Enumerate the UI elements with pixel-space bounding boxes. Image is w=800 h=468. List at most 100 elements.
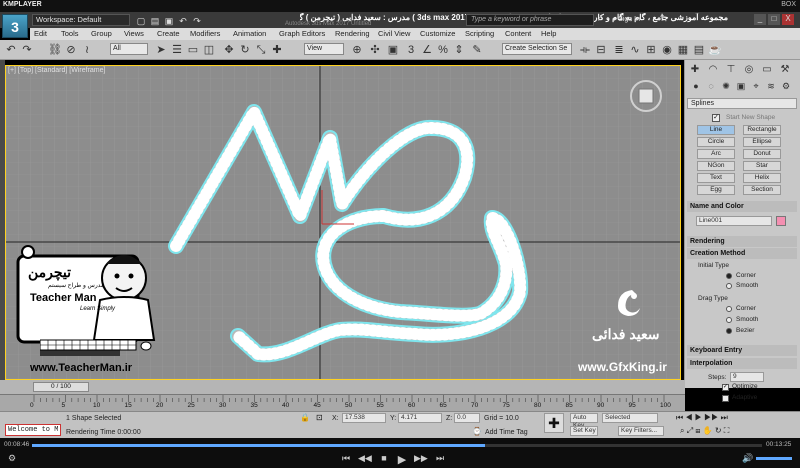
y-coordinate-field[interactable]: 4.171 [398, 413, 442, 423]
optimize-checkbox[interactable]: ✓ [722, 384, 729, 391]
lock-selection-icon[interactable]: 🔒 [300, 413, 310, 423]
schematic-view-icon[interactable]: ⊞ [644, 43, 658, 57]
menu-animation[interactable]: Animation [233, 29, 266, 38]
ngon-button[interactable]: NGon [697, 161, 735, 171]
keyboard-entry-rollout[interactable]: Keyboard Entry [687, 345, 797, 356]
space-warps-icon[interactable]: ≋ [765, 80, 777, 92]
undo-icon[interactable]: ↶ [176, 14, 190, 28]
star-button[interactable]: Star [743, 161, 781, 171]
add-time-tag[interactable]: Add Time Tag [485, 429, 528, 436]
z-coordinate-field[interactable]: 0.0 [454, 413, 480, 423]
object-name-field[interactable]: Line001 [696, 216, 772, 226]
open-file-icon[interactable]: ▤ [148, 14, 162, 28]
rendering-rollout[interactable]: Rendering [687, 236, 797, 247]
curve-editor-icon[interactable]: ∿ [628, 43, 642, 57]
circle-button[interactable]: Circle [697, 137, 735, 147]
hierarchy-tab-icon[interactable]: ⊤ [724, 63, 738, 77]
time-slider-track[interactable]: 0 / 100 [0, 380, 685, 394]
redo-icon[interactable]: ↷ [190, 14, 204, 28]
viewport-label[interactable]: [+] [Top] [Standard] [Wireframe] [8, 67, 105, 74]
app-logo-icon[interactable]: 3 [2, 14, 28, 38]
helpers-icon[interactable]: ⌖ [750, 80, 762, 92]
select-by-name-icon[interactable]: ☰ [170, 43, 184, 57]
bind-space-warp-icon[interactable]: ≀ [80, 43, 94, 57]
selection-region-icon[interactable]: ▭ [186, 43, 200, 57]
motion-tab-icon[interactable]: ◎ [742, 63, 756, 77]
angle-snap-icon[interactable]: ∠ [420, 43, 434, 57]
render-frame-icon[interactable]: ▤ [692, 43, 706, 57]
text-button[interactable]: Text [697, 173, 735, 183]
menu-customize[interactable]: Customize [420, 29, 455, 38]
save-file-icon[interactable]: ▣ [162, 14, 176, 28]
player-volume-slider[interactable] [756, 457, 792, 460]
percent-snap-icon[interactable]: % [436, 43, 450, 57]
steps-spinner[interactable]: 9 [730, 372, 764, 382]
drag-smooth-radio[interactable] [726, 317, 732, 323]
key-filters-button[interactable]: Key Filters... [618, 426, 664, 436]
player-settings-icon[interactable]: ⚙ [6, 453, 18, 464]
minimize-button[interactable]: _ [754, 14, 766, 25]
sign-in-button[interactable]: ● Sign In [612, 14, 658, 26]
unlink-icon[interactable]: ⊘ [64, 43, 78, 57]
time-tag-icon[interactable]: ⌚ [472, 427, 482, 437]
display-tab-icon[interactable]: ▭ [760, 63, 774, 77]
render-setup-icon[interactable]: ▦ [676, 43, 690, 57]
player-stop-icon[interactable]: ■ [378, 453, 390, 463]
player-previous-icon[interactable]: ⏮ [340, 453, 352, 464]
name-and-color-rollout[interactable]: Name and Color [687, 201, 797, 212]
set-key-icon[interactable]: ✚ [544, 413, 564, 433]
select-object-icon[interactable]: ➤ [154, 43, 168, 57]
undo-toolbar-icon[interactable]: ↶ [4, 43, 18, 57]
maximize-button[interactable]: □ [768, 14, 780, 25]
set-key-button[interactable]: Set Key [570, 426, 598, 436]
utilities-tab-icon[interactable]: ⚒ [778, 63, 792, 77]
reference-coordinate-dropdown[interactable]: View [304, 43, 344, 55]
render-production-icon[interactable]: ☕ [708, 43, 722, 57]
select-manipulate-icon[interactable]: ✣ [368, 43, 382, 57]
auto-key-button[interactable]: Auto Key [570, 413, 598, 429]
cameras-icon[interactable]: ▣ [735, 80, 747, 92]
section-button[interactable]: Section [743, 185, 781, 195]
menu-rendering[interactable]: Rendering [335, 29, 370, 38]
redo-toolbar-icon[interactable]: ↷ [20, 43, 34, 57]
spinner-snap-icon[interactable]: ⇕ [452, 43, 466, 57]
align-icon[interactable]: ⊟ [594, 43, 608, 57]
menu-tools[interactable]: Tools [61, 29, 79, 38]
absolute-mode-icon[interactable]: ⊡ [316, 413, 326, 423]
object-color-swatch[interactable] [776, 216, 786, 226]
modify-tab-icon[interactable]: ◠ [706, 63, 720, 77]
menu-graph-editors[interactable]: Graph Editors [279, 29, 325, 38]
category-dropdown[interactable]: Splines [687, 98, 797, 109]
workspace-dropdown[interactable]: Workspace: Default [32, 14, 130, 26]
menu-group[interactable]: Group [91, 29, 112, 38]
rectangle-button[interactable]: Rectangle [743, 125, 781, 135]
new-file-icon[interactable]: ▢ [134, 14, 148, 28]
player-play-icon[interactable]: ▶ [396, 453, 408, 466]
named-selection-set-dropdown[interactable]: Create Selection Se [502, 43, 572, 55]
help-icon[interactable]: ? [660, 14, 670, 26]
selection-filter-dropdown[interactable]: All [110, 43, 148, 55]
line-button[interactable]: Line [697, 125, 735, 135]
key-selection-dropdown[interactable]: Selected [602, 413, 658, 423]
playback-controls[interactable]: ⏮ ◀ ▶ ▶▶ ⏭ [676, 413, 796, 425]
link-icon[interactable]: ⛓ [48, 43, 62, 57]
pivot-center-icon[interactable]: ⊕ [350, 43, 364, 57]
player-forward-icon[interactable]: ▶▶ [414, 453, 428, 464]
maxscript-listener[interactable]: Welcome to M [5, 424, 61, 436]
menu-views[interactable]: Views [124, 29, 144, 38]
arc-button[interactable]: Arc [697, 149, 735, 159]
menu-help[interactable]: Help [541, 29, 556, 38]
menu-scripting[interactable]: Scripting [465, 29, 494, 38]
x-coordinate-field[interactable]: 17.538 [342, 413, 386, 423]
player-next-icon[interactable]: ⏭ [434, 453, 446, 464]
player-volume-icon[interactable]: 🔊 [742, 453, 754, 464]
scale-icon[interactable]: ⤡ [254, 43, 268, 57]
layer-explorer-icon[interactable]: ≣ [612, 43, 626, 57]
menu-content[interactable]: Content [505, 29, 531, 38]
viewport-navigation-controls[interactable]: ⌕ ⤢ ⊞ ✋ ↻ ⛶ [680, 426, 796, 437]
geometry-icon[interactable]: ● [690, 80, 702, 92]
snaps-toggle-icon[interactable]: 3 [404, 43, 418, 57]
shapes-icon[interactable]: ◌ [705, 80, 717, 92]
menu-edit[interactable]: Edit [34, 29, 47, 38]
menu-create[interactable]: Create [157, 29, 180, 38]
